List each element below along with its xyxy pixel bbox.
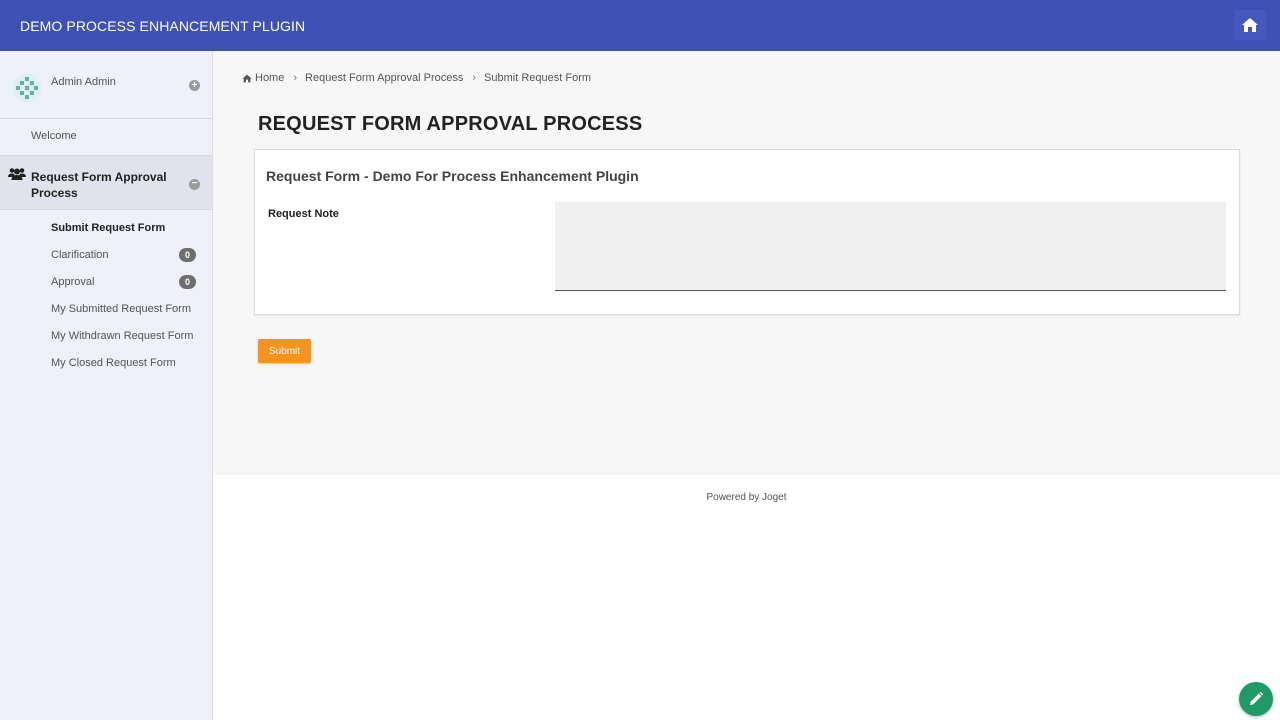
sidebar-item-approval[interactable]: Approval 0 [0, 268, 212, 295]
sidebar-category-label: Request Form Approval Process [31, 170, 167, 200]
pencil-icon [1250, 691, 1264, 705]
sidebar-category-request-form-approval-process[interactable]: Request Form Approval Process − [0, 155, 212, 210]
request-form-card: Request Form - Demo For Process Enhancem… [254, 149, 1240, 315]
users-icon [8, 168, 26, 180]
sidebar-item-my-submitted-request-form[interactable]: My Submitted Request Form [0, 295, 212, 322]
powered-by-text: Powered by Joget [706, 492, 787, 503]
sidebar-item-label: My Withdrawn Request Form [51, 330, 194, 342]
user-profile[interactable]: Admin Admin + [0, 51, 212, 119]
request-note-label: Request Note [268, 208, 339, 220]
chevron-right-icon: › [472, 72, 477, 84]
sidebar-item-label: Welcome [31, 130, 77, 142]
sidebar-item-my-closed-request-form[interactable]: My Closed Request Form [0, 349, 212, 376]
page-title: REQUEST FORM APPROVAL PROCESS [258, 113, 643, 135]
form-title: Request Form - Demo For Process Enhancem… [266, 168, 639, 184]
app-title[interactable]: DEMO PROCESS ENHANCEMENT PLUGIN [20, 18, 305, 34]
sidebar-item-label: My Closed Request Form [51, 357, 176, 369]
footer: Powered by Joget [213, 475, 1280, 720]
sidebar-item-my-withdrawn-request-form[interactable]: My Withdrawn Request Form [0, 322, 212, 349]
home-button[interactable] [1234, 10, 1266, 40]
sidebar-item-label: Clarification [51, 249, 109, 261]
breadcrumb-home-link[interactable]: Home [255, 72, 284, 84]
sidebar-item-submit-request-form[interactable]: Submit Request Form [0, 214, 212, 241]
request-note-textarea[interactable] [555, 202, 1226, 291]
profile-name: Admin Admin [51, 76, 116, 88]
main-content: Home › Request Form Approval Process › S… [213, 51, 1280, 475]
count-badge: 0 [179, 275, 196, 289]
profile-expand-icon[interactable]: + [189, 80, 200, 91]
collapse-icon[interactable]: − [189, 179, 200, 190]
home-icon [242, 74, 252, 82]
sidebar-item-welcome[interactable]: Welcome [0, 120, 212, 156]
sidebar-item-label: Submit Request Form [51, 222, 166, 234]
home-icon [1242, 18, 1258, 32]
chevron-right-icon: › [293, 72, 298, 84]
sidebar-subnav: Submit Request Form Clarification 0 Appr… [0, 214, 212, 376]
submit-button[interactable]: Submit [258, 339, 311, 363]
avatar [13, 74, 41, 102]
top-bar: DEMO PROCESS ENHANCEMENT PLUGIN [0, 0, 1280, 51]
sidebar-item-label: Approval [51, 276, 95, 288]
count-badge: 0 [179, 248, 196, 262]
sidebar-item-clarification[interactable]: Clarification 0 [0, 241, 212, 268]
edit-fab-button[interactable] [1239, 682, 1273, 716]
sidebar-item-label: My Submitted Request Form [51, 303, 191, 315]
breadcrumb-current: Submit Request Form [484, 72, 592, 84]
breadcrumb: Home › Request Form Approval Process › S… [242, 72, 591, 84]
breadcrumb-process-link[interactable]: Request Form Approval Process [305, 72, 463, 84]
sidebar: Admin Admin + Welcome Request Form Appro… [0, 51, 213, 720]
